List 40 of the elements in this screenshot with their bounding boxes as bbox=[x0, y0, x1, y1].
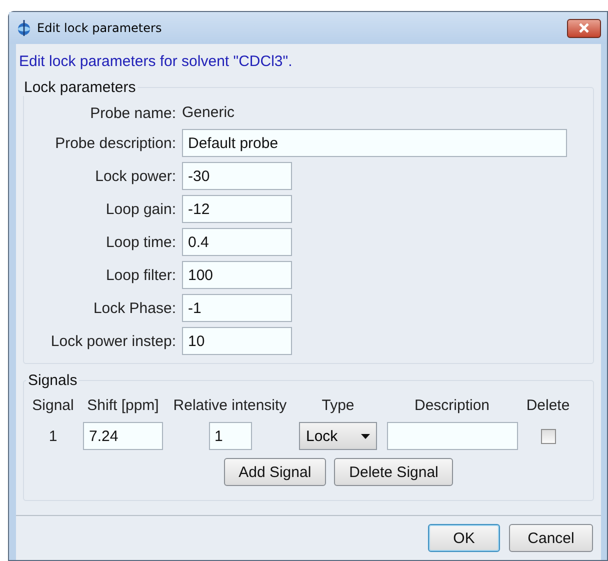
field-value: Generic bbox=[182, 103, 236, 123]
group-title: Lock parameters bbox=[23, 79, 137, 96]
dialog-button[interactable]: OK bbox=[428, 524, 500, 552]
field-label: Probe name: bbox=[89, 104, 176, 122]
field-label: Loop filter: bbox=[104, 266, 176, 284]
field-label: Lock Phase: bbox=[92, 300, 176, 316]
column-header: Type bbox=[322, 397, 354, 414]
window-title: Edit lock parameters bbox=[37, 21, 163, 35]
close-icon bbox=[578, 23, 590, 33]
field-label: Loop gain: bbox=[104, 200, 176, 218]
close-button[interactable] bbox=[567, 18, 601, 38]
dialog-heading: Edit lock parameters for solvent "CDCl3". bbox=[18, 52, 294, 72]
description-field[interactable] bbox=[386, 422, 518, 450]
group-title: Signals bbox=[27, 372, 78, 389]
signal-button[interactable]: Delete Signal bbox=[334, 458, 454, 486]
input-field[interactable]: 100 bbox=[182, 261, 292, 289]
input-field[interactable]: 10 bbox=[182, 327, 292, 355]
field-label: Lock power instep: bbox=[50, 332, 176, 350]
delete-checkbox[interactable] bbox=[540, 428, 556, 444]
shift-field[interactable]: 7.24 bbox=[83, 422, 163, 450]
signal-button[interactable]: Add Signal bbox=[224, 458, 326, 486]
intensity-field[interactable]: 1 bbox=[208, 422, 252, 450]
app-icon bbox=[17, 20, 31, 36]
input-field[interactable]: -12 bbox=[182, 195, 292, 223]
column-header: Shift [ppm] bbox=[87, 397, 159, 414]
dialog-button[interactable]: Cancel bbox=[509, 524, 593, 552]
input-field[interactable]: -30 bbox=[182, 162, 292, 190]
input-field[interactable]: Default probe bbox=[182, 129, 567, 157]
input-field[interactable]: -1 bbox=[182, 294, 292, 322]
column-header: Delete bbox=[526, 397, 570, 414]
field-label: Loop time: bbox=[104, 234, 176, 250]
column-header: Relative intensity bbox=[173, 397, 287, 414]
caret-icon bbox=[361, 434, 370, 438]
column-header: Signal bbox=[32, 397, 74, 414]
field-label: Lock power: bbox=[94, 168, 176, 184]
type-dropdown[interactable]: Lock bbox=[299, 422, 377, 450]
input-field[interactable]: 0.4 bbox=[182, 228, 292, 256]
signal-number: 1 bbox=[48, 428, 58, 444]
column-header: Description bbox=[414, 397, 490, 414]
field-label: Probe description: bbox=[54, 134, 176, 152]
